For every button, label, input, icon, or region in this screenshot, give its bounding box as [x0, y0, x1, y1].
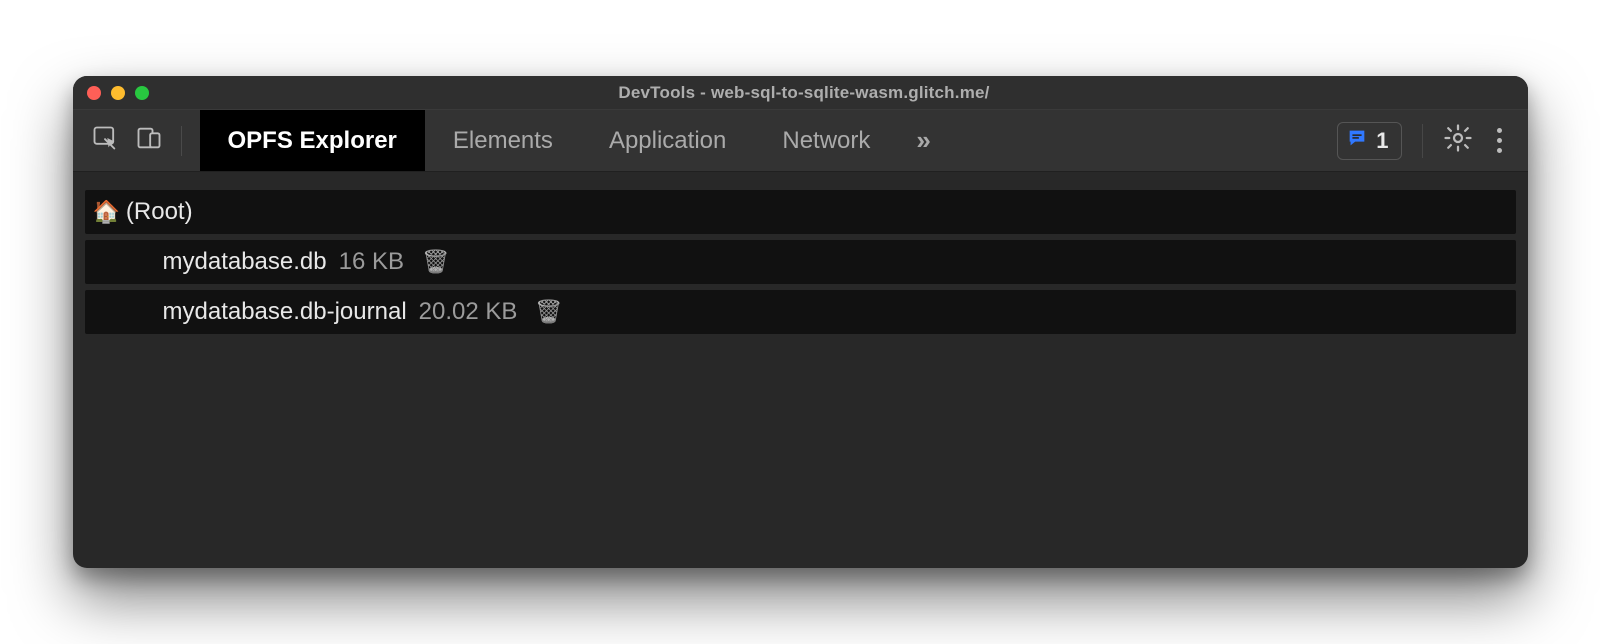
file-size: 16 KB	[339, 248, 404, 276]
more-options-button[interactable]	[1493, 124, 1506, 157]
chat-icon	[1346, 127, 1368, 155]
delete-file-button[interactable]: 🗑️	[422, 249, 449, 275]
window-title: DevTools - web-sql-to-sqlite-wasm.glitch…	[95, 83, 1514, 103]
delete-file-button[interactable]: 🗑️	[535, 299, 562, 325]
toolbar-divider	[181, 126, 182, 156]
toolbar-right: 1	[1337, 122, 1505, 160]
issues-count: 1	[1376, 128, 1388, 154]
tab-opfs-explorer[interactable]: OPFS Explorer	[200, 110, 425, 171]
file-name: mydatabase.db-journal	[163, 298, 407, 326]
file-size: 20.02 KB	[419, 298, 518, 326]
panel-tabs: OPFS Explorer Elements Application Netwo…	[200, 110, 899, 171]
device-toolbar-icon[interactable]	[135, 124, 163, 157]
inspect-tools	[91, 124, 163, 157]
root-directory-row[interactable]: 🏠 (Root)	[85, 190, 1516, 234]
settings-button[interactable]	[1443, 123, 1473, 158]
file-row[interactable]: mydatabase.db-journal 20.02 KB 🗑️	[85, 290, 1516, 334]
home-icon: 🏠	[93, 199, 120, 225]
more-tabs-button[interactable]: »	[916, 125, 928, 156]
titlebar: DevTools - web-sql-to-sqlite-wasm.glitch…	[73, 76, 1528, 110]
tab-elements[interactable]: Elements	[425, 110, 581, 171]
tab-network[interactable]: Network	[754, 110, 898, 171]
file-name: mydatabase.db	[163, 248, 327, 276]
devtools-window: DevTools - web-sql-to-sqlite-wasm.glitch…	[73, 76, 1528, 568]
tab-application[interactable]: Application	[581, 110, 754, 171]
toolbar: OPFS Explorer Elements Application Netwo…	[73, 110, 1528, 172]
file-row[interactable]: mydatabase.db 16 KB 🗑️	[85, 240, 1516, 284]
opfs-explorer-panel: 🏠 (Root) mydatabase.db 16 KB 🗑️ mydataba…	[73, 172, 1528, 358]
issues-button[interactable]: 1	[1337, 122, 1401, 160]
root-label: (Root)	[126, 198, 193, 226]
toolbar-right-divider	[1422, 124, 1423, 158]
inspect-element-icon[interactable]	[91, 124, 119, 157]
